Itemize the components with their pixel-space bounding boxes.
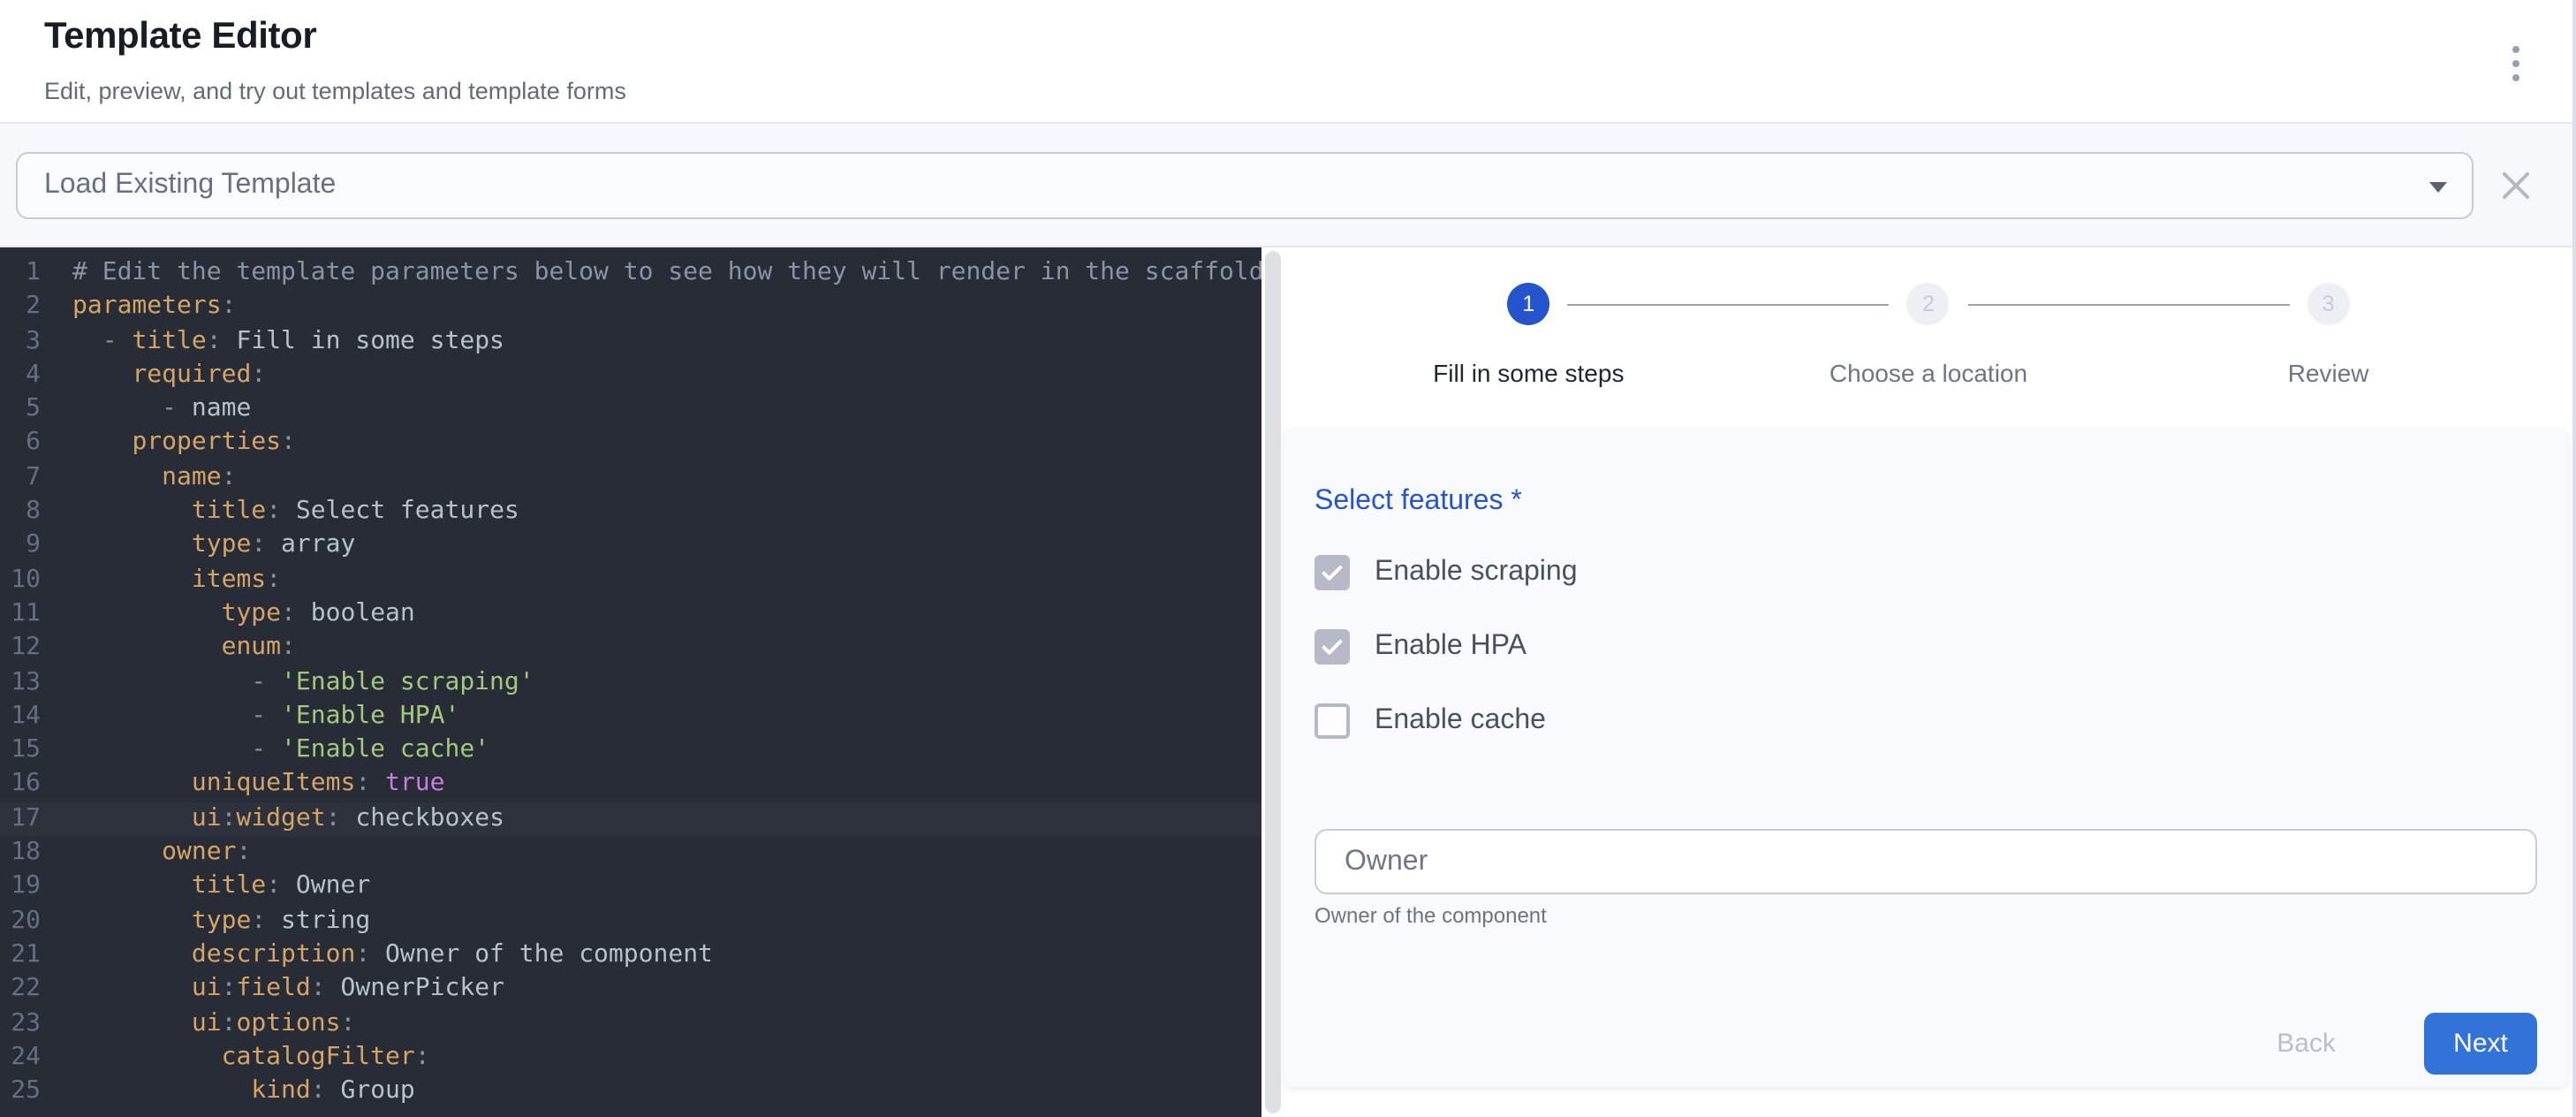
line-number: 12 — [0, 632, 41, 666]
line-number: 4 — [0, 359, 41, 393]
code-line[interactable]: 17 ui:widget: checkboxes — [0, 802, 1261, 837]
code-line[interactable]: 19 title: Owner — [0, 870, 1261, 905]
code-line[interactable]: 2parameters: — [0, 291, 1261, 325]
line-number: 21 — [0, 938, 41, 973]
step-2-label: Choose a location — [1729, 359, 2129, 387]
code-line[interactable]: 7 name: — [0, 461, 1261, 496]
step-1-label: Fill in some steps — [1329, 359, 1729, 387]
field-label-text: Select features — [1315, 486, 1503, 516]
required-asterisk: * — [1503, 486, 1521, 516]
line-number: 3 — [0, 324, 41, 359]
form-preview-card: Select features * Enable scrapingEnable … — [1284, 429, 2567, 1087]
line-number: 11 — [0, 597, 41, 632]
line-number: 24 — [0, 1041, 41, 1075]
line-number: 16 — [0, 768, 41, 802]
page-header: Template Editor Edit, preview, and try o… — [0, 0, 2576, 124]
line-number: 6 — [0, 427, 41, 461]
line-number: 22 — [0, 972, 41, 1007]
code-line[interactable]: 3 - title: Fill in some steps — [0, 324, 1261, 359]
code-line[interactable]: 9 type: array — [0, 529, 1261, 564]
template-editor-page: Template Editor Edit, preview, and try o… — [0, 0, 2576, 1117]
checkbox-enable-cache[interactable]: Enable cache — [1315, 703, 2537, 739]
code-line[interactable]: 15 - 'Enable cache' — [0, 733, 1261, 768]
next-button[interactable]: Next — [2424, 1013, 2537, 1075]
code-line[interactable]: 25 kind: Group — [0, 1075, 1261, 1109]
line-number: 15 — [0, 733, 41, 768]
line-number: 2 — [0, 291, 41, 325]
code-line[interactable]: 16 uniqueItems: true — [0, 768, 1261, 802]
line-number: 8 — [0, 495, 41, 529]
checkbox-enable-scraping[interactable]: Enable scraping — [1315, 555, 2537, 590]
code-line[interactable]: 24 catalogFilter: — [0, 1041, 1261, 1075]
code-line[interactable]: 12 enum: — [0, 632, 1261, 666]
code-line[interactable]: 5 - name — [0, 392, 1261, 427]
code-line[interactable]: 8 title: Select features — [0, 495, 1261, 529]
step-3-label: Review — [2128, 359, 2528, 387]
code-line[interactable]: 14 - 'Enable HPA' — [0, 700, 1261, 734]
load-template-select[interactable]: Load Existing Template — [16, 152, 2474, 219]
step-connector — [1567, 303, 1890, 305]
step-number: 3 — [2307, 283, 2350, 325]
code-line[interactable]: 18 owner: — [0, 836, 1261, 870]
line-number: 5 — [0, 392, 41, 427]
checkbox-checked-icon[interactable] — [1315, 629, 1350, 665]
checkbox-label: Enable scraping — [1375, 557, 1578, 589]
yaml-code-editor[interactable]: 1# Edit the template parameters below to… — [0, 247, 1261, 1117]
checkbox-label: Enable cache — [1375, 705, 1546, 737]
page-title: Template Editor — [44, 16, 316, 58]
editor-scrollbar[interactable] — [1265, 251, 1281, 1113]
code-line[interactable]: 23 ui:options: — [0, 1007, 1261, 1041]
line-number: 14 — [0, 700, 41, 734]
line-number: 1 — [0, 256, 41, 291]
step-number: 2 — [1907, 283, 1950, 325]
code-line[interactable]: 11 type: boolean — [0, 597, 1261, 632]
owner-input[interactable] — [1315, 829, 2537, 894]
checkbox-checked-icon[interactable] — [1315, 555, 1350, 590]
checkbox-label: Enable HPA — [1375, 631, 1527, 663]
line-number: 18 — [0, 836, 41, 870]
line-number: 19 — [0, 870, 41, 905]
code-line[interactable]: 22 ui:field: OwnerPicker — [0, 972, 1261, 1007]
chevron-down-icon — [2429, 182, 2447, 193]
code-line[interactable]: 6 properties: — [0, 427, 1261, 461]
step-connector — [1967, 303, 2290, 305]
line-number: 13 — [0, 665, 41, 700]
wizard-actions: Back Next — [1315, 1013, 2537, 1075]
code-line[interactable]: 21 description: Owner of the component — [0, 938, 1261, 973]
owner-helper-text: Owner of the component — [1315, 903, 2537, 928]
panel-right-border — [2572, 0, 2576, 1117]
code-line[interactable]: 4 required: — [0, 359, 1261, 393]
line-number: 20 — [0, 904, 41, 938]
line-number: 17 — [0, 802, 41, 837]
feature-checkbox-group: Enable scraping Enable HPA Enable cache — [1315, 555, 2537, 739]
page-subtitle: Edit, preview, and try out templates and… — [44, 78, 626, 104]
close-icon[interactable] — [2498, 168, 2534, 203]
select-features-label: Select features * — [1315, 484, 2537, 518]
code-line[interactable]: 1# Edit the template parameters below to… — [0, 256, 1261, 291]
line-number: 7 — [0, 461, 41, 496]
step-number: 1 — [1507, 283, 1549, 325]
line-number: 23 — [0, 1007, 41, 1041]
more-options-icon[interactable] — [2495, 39, 2537, 88]
line-number: 25 — [0, 1075, 41, 1109]
checkbox-enable-hpa[interactable]: Enable HPA — [1315, 629, 2537, 665]
back-button[interactable]: Back — [2241, 1029, 2371, 1059]
line-number: 10 — [0, 563, 41, 597]
toolbar: Load Existing Template — [0, 124, 2576, 247]
code-line[interactable]: 20 type: string — [0, 904, 1261, 938]
code-line[interactable]: 13 - 'Enable scraping' — [0, 665, 1261, 700]
code-line[interactable]: 10 items: — [0, 563, 1261, 597]
load-template-placeholder: Load Existing Template — [44, 170, 336, 201]
line-number: 9 — [0, 529, 41, 564]
wizard-stepper: 1 2 3 Fill in some steps Choose a locati… — [1329, 283, 2528, 387]
checkbox-unchecked-icon[interactable] — [1315, 703, 1350, 739]
